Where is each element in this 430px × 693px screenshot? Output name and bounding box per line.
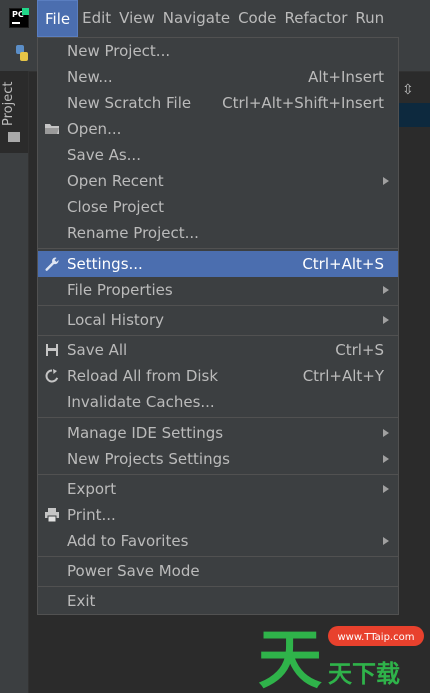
menu-item-invalidate-caches[interactable]: Invalidate Caches... bbox=[38, 389, 398, 415]
menu-item-shortcut: Ctrl+Alt+Y bbox=[302, 367, 384, 385]
submenu-arrow-icon bbox=[383, 177, 389, 185]
watermark-glyph: 天 bbox=[258, 624, 322, 693]
submenu-arrow-icon bbox=[383, 537, 389, 545]
watermark-text: 天下载 bbox=[328, 660, 400, 688]
selected-tree-row bbox=[398, 103, 430, 127]
save-icon bbox=[46, 344, 58, 356]
menu-item-label: Rename Project... bbox=[67, 224, 199, 242]
menu-item-shortcut: Alt+Insert bbox=[308, 68, 384, 86]
menu-item-label: New... bbox=[67, 68, 113, 86]
menu-edit[interactable]: Edit bbox=[78, 0, 115, 37]
menu-item-save-all[interactable]: Save All Ctrl+S bbox=[38, 337, 398, 363]
submenu-arrow-icon bbox=[383, 455, 389, 463]
printer-icon bbox=[45, 508, 59, 523]
menu-item-add-to-favorites[interactable]: Add to Favorites bbox=[38, 528, 398, 554]
menu-item-label: Save As... bbox=[67, 146, 141, 164]
menu-item-new-projects-settings[interactable]: New Projects Settings bbox=[38, 446, 398, 472]
menu-separator bbox=[38, 474, 398, 475]
menu-item-export[interactable]: Export bbox=[38, 476, 398, 502]
menu-file[interactable]: File bbox=[37, 0, 79, 37]
python-icon[interactable] bbox=[13, 44, 31, 62]
menu-item-label: New Scratch File bbox=[67, 94, 192, 112]
menu-item-exit[interactable]: Exit bbox=[38, 588, 398, 614]
menu-item-settings[interactable]: Settings... Ctrl+Alt+S bbox=[38, 251, 398, 277]
menu-item-label: Power Save Mode bbox=[67, 562, 200, 580]
menu-item-close-project[interactable]: Close Project bbox=[38, 194, 398, 220]
submenu-arrow-icon bbox=[383, 429, 389, 437]
project-tab-label: Project bbox=[1, 81, 16, 126]
menu-item-label: File Properties bbox=[67, 281, 173, 299]
menu-item-label: Open... bbox=[67, 120, 122, 138]
menu-navigate[interactable]: Navigate bbox=[159, 0, 234, 37]
menu-separator bbox=[38, 335, 398, 336]
watermark-logo: 天 www.TTaip.com 天下载 bbox=[258, 624, 424, 693]
menu-item-reload-all[interactable]: Reload All from Disk Ctrl+Alt+Y bbox=[38, 363, 398, 389]
submenu-arrow-icon bbox=[383, 316, 389, 324]
collapse-all-icon[interactable]: ⇳ bbox=[402, 82, 418, 98]
menu-item-new-scratch-file[interactable]: New Scratch File Ctrl+Alt+Shift+Insert bbox=[38, 90, 398, 116]
menu-item-label: New Project... bbox=[67, 42, 171, 60]
menu-separator bbox=[38, 248, 398, 249]
menu-item-print[interactable]: Print... bbox=[38, 502, 398, 528]
project-folder-icon bbox=[8, 132, 20, 142]
menu-view[interactable]: View bbox=[115, 0, 159, 37]
menu-item-shortcut: Ctrl+Alt+Shift+Insert bbox=[222, 94, 384, 112]
file-menu-dropdown: New Project... New... Alt+Insert New Scr… bbox=[37, 37, 399, 615]
menu-separator bbox=[38, 586, 398, 587]
menu-item-label: Add to Favorites bbox=[67, 532, 189, 550]
menu-item-manage-ide-settings[interactable]: Manage IDE Settings bbox=[38, 420, 398, 446]
menu-item-file-properties[interactable]: File Properties bbox=[38, 277, 398, 303]
pycharm-logo-icon: PC bbox=[9, 8, 29, 28]
menu-item-label: Manage IDE Settings bbox=[67, 424, 224, 442]
reload-icon bbox=[45, 369, 59, 383]
submenu-arrow-icon bbox=[383, 286, 389, 294]
menu-item-shortcut: Ctrl+S bbox=[335, 341, 384, 359]
menu-item-label: Close Project bbox=[67, 198, 164, 216]
menu-bar: PC File Edit View Navigate Code Refactor… bbox=[0, 0, 430, 38]
menu-items: File Edit View Navigate Code Refactor Ru… bbox=[37, 0, 388, 37]
menu-refactor[interactable]: Refactor bbox=[280, 0, 351, 37]
menu-item-label: Exit bbox=[67, 592, 96, 610]
submenu-arrow-icon bbox=[383, 485, 389, 493]
menu-item-save-as[interactable]: Save As... bbox=[38, 142, 398, 168]
menu-item-new[interactable]: New... Alt+Insert bbox=[38, 64, 398, 90]
menu-separator bbox=[38, 556, 398, 557]
menu-separator bbox=[38, 417, 398, 418]
menu-item-shortcut: Ctrl+Alt+S bbox=[302, 255, 384, 273]
menu-item-label: Settings... bbox=[67, 255, 143, 273]
side-tool-panel bbox=[0, 71, 29, 693]
menu-item-label: Export bbox=[67, 480, 117, 498]
wrench-icon bbox=[45, 257, 59, 271]
menu-item-rename-project[interactable]: Rename Project... bbox=[38, 220, 398, 246]
menu-code[interactable]: Code bbox=[234, 0, 280, 37]
watermark-site: www.TTaip.com bbox=[338, 632, 415, 643]
menu-item-label: Open Recent bbox=[67, 172, 164, 190]
menu-item-label: New Projects Settings bbox=[67, 450, 230, 468]
menu-item-power-save-mode[interactable]: Power Save Mode bbox=[38, 558, 398, 584]
menu-item-label: Reload All from Disk bbox=[67, 367, 219, 385]
menu-item-label: Local History bbox=[67, 311, 165, 329]
menu-separator bbox=[38, 305, 398, 306]
menu-item-new-project[interactable]: New Project... bbox=[38, 38, 398, 64]
menu-item-label: Invalidate Caches... bbox=[67, 393, 215, 411]
menu-item-label: Print... bbox=[67, 506, 116, 524]
menu-item-local-history[interactable]: Local History bbox=[38, 307, 398, 333]
menu-item-open-recent[interactable]: Open Recent bbox=[38, 168, 398, 194]
menu-item-label: Save All bbox=[67, 341, 128, 359]
folder-icon bbox=[45, 124, 59, 134]
menu-run[interactable]: Run bbox=[351, 0, 388, 37]
menu-item-open[interactable]: Open... bbox=[38, 116, 398, 142]
